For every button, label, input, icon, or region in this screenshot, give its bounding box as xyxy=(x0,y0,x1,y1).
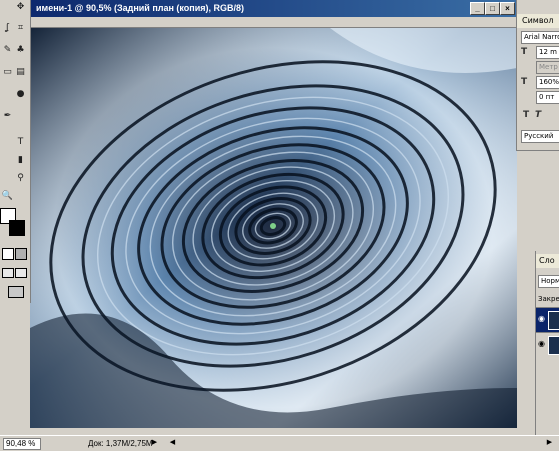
shape-tool-icon[interactable]: ▮ xyxy=(14,154,27,166)
layer-thumbnail xyxy=(548,311,559,330)
blend-mode-select[interactable]: Норм xyxy=(538,275,559,288)
layer-thumbnail xyxy=(548,336,559,355)
stamp-tool-icon[interactable]: ♣ xyxy=(14,44,27,56)
character-palette: Символ Arial Narro T 12 m Метр T 160% 0 … xyxy=(516,0,559,151)
gradient-tool-icon[interactable]: ▤ xyxy=(14,66,27,78)
crop-tool-icon[interactable]: ⌗ xyxy=(14,22,27,34)
font-family-field[interactable]: Arial Narro xyxy=(521,31,559,44)
visibility-eye-icon[interactable]: ◉ xyxy=(538,340,545,348)
font-size-field[interactable]: 12 m xyxy=(536,46,559,59)
eraser-tool-icon[interactable]: ▭ xyxy=(1,66,14,78)
leading-field[interactable]: Метр xyxy=(536,61,559,74)
ripple-image xyxy=(30,28,517,428)
minimize-button[interactable]: _ xyxy=(470,2,485,15)
brush-tool-icon[interactable]: ✎ xyxy=(1,44,14,56)
screen-mode-icon[interactable] xyxy=(2,268,14,278)
horizontal-scale-icon: T xyxy=(521,77,528,87)
document-title-bar[interactable]: имени-1 @ 90,5% (Задний план (копия), RG… xyxy=(0,0,516,17)
zoom-tool-icon[interactable]: 🔍 xyxy=(1,190,14,202)
type-tool-icon[interactable]: T xyxy=(14,136,27,148)
horizontal-scale-field[interactable]: 160% xyxy=(536,76,559,89)
eyedropper-tool-icon[interactable]: ⚲ xyxy=(14,172,27,184)
language-select[interactable]: Русский xyxy=(521,130,559,143)
layer-row[interactable]: ◉ xyxy=(536,307,559,332)
full-screen-mode-icon[interactable] xyxy=(15,268,27,278)
faux-italic-button[interactable]: T xyxy=(535,110,541,120)
dodge-tool-icon[interactable]: ● xyxy=(14,88,27,100)
layers-palette: Сло Норм Закре ◉ ◉ xyxy=(535,251,559,435)
quick-mask-mode-icon[interactable] xyxy=(15,248,27,260)
scroll-right-arrow-icon[interactable]: ▶ xyxy=(545,438,554,447)
tools-palette: ✥ ʆ ⌗ ✎ ♣ ▭ ▤ ● ✒ T ▮ ⚲ 🔍 xyxy=(0,0,31,303)
move-tool-icon[interactable]: ✥ xyxy=(14,1,27,13)
visibility-eye-icon[interactable]: ◉ xyxy=(538,315,545,323)
tab-character[interactable]: Символ xyxy=(517,14,559,28)
close-button[interactable]: × xyxy=(500,2,515,15)
font-size-icon: T xyxy=(521,47,528,57)
faux-bold-button[interactable]: T xyxy=(523,110,529,120)
scroll-left-arrow-icon[interactable]: ◀ xyxy=(168,438,177,447)
layer-row[interactable]: ◉ xyxy=(536,332,559,357)
status-menu-arrow-icon[interactable]: ▶ xyxy=(150,438,159,447)
document-size-info[interactable]: Док: 1,37M/2,75M xyxy=(88,439,153,448)
pen-tool-icon[interactable]: ✒ xyxy=(1,110,14,122)
tab-layers[interactable]: Сло xyxy=(536,254,559,268)
background-color-swatch[interactable] xyxy=(9,220,25,236)
jump-to-imageready-icon[interactable] xyxy=(8,286,24,298)
standard-mode-icon[interactable] xyxy=(2,248,14,260)
document-title: имени-1 @ 90,5% (Задний план (копия), RG… xyxy=(36,3,245,13)
status-bar: 90,48 % Док: 1,37M/2,75M ▶ ◀ ▶ xyxy=(0,435,559,451)
maximize-button[interactable]: □ xyxy=(485,2,500,15)
document-canvas[interactable] xyxy=(30,27,517,428)
lasso-tool-icon[interactable]: ʆ xyxy=(1,22,14,34)
baseline-shift-field[interactable]: 0 пт xyxy=(536,91,559,104)
zoom-level-field[interactable]: 90,48 % xyxy=(3,438,41,450)
lock-label: Закре xyxy=(538,295,559,303)
